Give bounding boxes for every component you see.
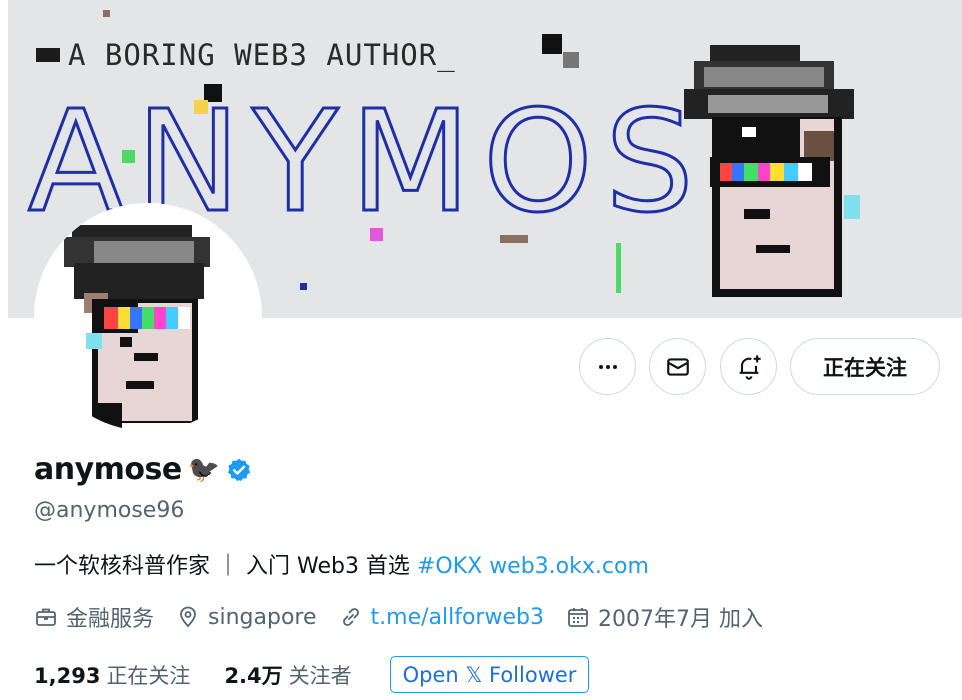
user-handle: @anymose96 xyxy=(34,498,185,523)
followers-count: 2.4万 xyxy=(224,663,283,688)
following-stat[interactable]: 1,293 正在关注 xyxy=(34,660,190,690)
more-horizontal-icon xyxy=(598,364,617,369)
followers-stat[interactable]: 2.4万 关注者 xyxy=(224,660,351,690)
briefcase-icon xyxy=(36,608,56,626)
joined-text: 2007年7月 加入 xyxy=(597,607,763,632)
notifications-button[interactable] xyxy=(720,338,777,395)
mail-icon xyxy=(666,357,689,376)
category-text: 金融服务 xyxy=(66,607,155,632)
open-x-follower-button[interactable]: Open 𝕏 Follower xyxy=(389,656,590,693)
following-button[interactable]: 正在关注 xyxy=(790,338,940,395)
profile-stats: 1,293 正在关注 2.4万 关注者 Open 𝕏 Follower xyxy=(34,656,590,693)
meta-location: singapore xyxy=(176,605,317,630)
meta-joined: 2007年7月 加入 xyxy=(566,601,763,633)
banner-pixel-character xyxy=(684,45,860,297)
following-count: 1,293 xyxy=(34,663,101,688)
profile-meta: 金融服务 singapore t.me/allforweb3 2007年7月 加… xyxy=(34,601,785,633)
banner-tagline: A BORING WEB3 AUTHOR_ xyxy=(36,38,456,72)
profile-bio: 一个软核科普作家 ｜ 入门 Web3 首选 #OKX web3.okx.com xyxy=(34,548,649,580)
calendar-icon xyxy=(568,608,588,627)
bio-website-link[interactable]: web3.okx.com xyxy=(489,554,649,579)
website-link[interactable]: t.me/allforweb3 xyxy=(371,605,544,630)
meta-website: t.me/allforweb3 xyxy=(339,605,544,630)
more-options-button[interactable] xyxy=(579,338,636,395)
message-button[interactable] xyxy=(649,338,706,395)
location-pin-icon xyxy=(180,606,196,628)
crow-emoji-icon: 🐦‍⬛ xyxy=(187,454,221,485)
verified-badge-icon[interactable] xyxy=(226,457,252,483)
name-row: anymose 🐦‍⬛ xyxy=(34,452,252,487)
link-icon xyxy=(342,608,359,626)
bell-plus-icon xyxy=(739,354,761,380)
avatar[interactable] xyxy=(34,203,262,431)
meta-category: 金融服务 xyxy=(34,601,154,633)
tagline-block-icon xyxy=(36,48,60,62)
following-stat-label: 正在关注 xyxy=(106,663,191,688)
location-text: singapore xyxy=(208,604,317,630)
followers-stat-label: 关注者 xyxy=(288,663,352,688)
bio-hashtag-link[interactable]: #OKX xyxy=(417,554,482,579)
avatar-image xyxy=(34,203,262,431)
banner-tagline-text: A BORING WEB3 AUTHOR_ xyxy=(68,38,456,72)
display-name: anymose xyxy=(34,452,182,487)
bio-text: 一个软核科普作家 ｜ 入门 Web3 首选 xyxy=(34,554,410,579)
